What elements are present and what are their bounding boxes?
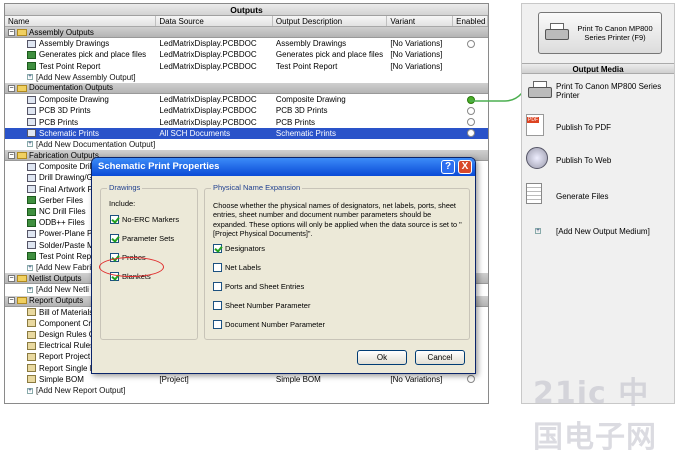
checkbox-box[interactable] bbox=[110, 215, 119, 224]
checkbox-box[interactable] bbox=[213, 301, 222, 310]
output-media-title: Output Media bbox=[522, 63, 674, 74]
checkbox-no-erc-markers[interactable]: No-ERC Markers bbox=[110, 215, 179, 224]
media-item-label: Generate Files bbox=[556, 191, 609, 201]
physical-label: Physical Name Expansion bbox=[211, 183, 303, 192]
checkbox-label: Parameter Sets bbox=[122, 234, 175, 243]
checkbox-box[interactable] bbox=[110, 234, 119, 243]
media-item-label: Publish To PDF bbox=[556, 122, 611, 132]
checkbox-box[interactable] bbox=[213, 263, 222, 272]
media-item-pdf[interactable]: PDF Publish To PDF bbox=[526, 114, 672, 140]
dialog-title-text: Schematic Print Properties bbox=[98, 161, 220, 172]
media-item-printer[interactable]: Print To Canon MP800 Series Printer bbox=[526, 78, 672, 104]
physical-description: Choose whether the physical names of des… bbox=[213, 201, 462, 238]
checkbox-box[interactable] bbox=[213, 282, 222, 291]
media-item-label: Print To Canon MP800 Series Printer bbox=[556, 82, 662, 100]
checkbox-ports-and-sheet-entries[interactable]: Ports and Sheet Entries bbox=[213, 282, 304, 291]
printer-icon bbox=[526, 78, 552, 104]
physical-name-expansion-group: Physical Name Expansion Choose whether t… bbox=[204, 183, 470, 340]
watermark-logo: 21ic 中国电子网 bbox=[533, 376, 657, 455]
checkbox-box[interactable] bbox=[213, 320, 222, 329]
checkbox-net-labels[interactable]: Net Labels bbox=[213, 263, 261, 272]
checkbox-label: Net Labels bbox=[225, 263, 261, 272]
dialog-title: Schematic Print Properties ? X bbox=[92, 158, 475, 176]
include-label: Include: bbox=[109, 199, 136, 208]
checkbox-box[interactable] bbox=[213, 244, 222, 253]
checkbox-label: Designators bbox=[225, 244, 266, 253]
document-icon bbox=[526, 183, 550, 209]
ok-button[interactable]: Ok bbox=[357, 350, 407, 365]
highlight-circle bbox=[99, 257, 164, 277]
checkbox-label: Sheet Number Parameter bbox=[225, 301, 311, 310]
print-button[interactable]: Print To Canon MP800 Series Printer (F9) bbox=[538, 12, 662, 54]
checkbox-sheet-number-parameter[interactable]: Sheet Number Parameter bbox=[213, 301, 310, 310]
media-item-web[interactable]: Publish To Web bbox=[526, 147, 672, 173]
pdf-icon: PDF bbox=[526, 114, 550, 140]
drawings-label: Drawings bbox=[107, 183, 143, 192]
printer-icon bbox=[543, 23, 571, 43]
media-item-add[interactable]: + [Add New Output Medium] bbox=[526, 218, 672, 244]
media-item-generate-files[interactable]: Generate Files bbox=[526, 183, 672, 209]
checkbox-label: Document Number Parameter bbox=[225, 320, 326, 329]
output-media-panel: Print To Canon MP800 Series Printer (F9)… bbox=[521, 3, 675, 404]
media-item-label: [Add New Output Medium] bbox=[556, 226, 650, 236]
checkbox-designators[interactable]: Designators bbox=[213, 244, 265, 253]
cancel-button[interactable]: Cancel bbox=[415, 350, 465, 365]
globe-icon bbox=[526, 147, 550, 173]
checkbox-label: No-ERC Markers bbox=[122, 215, 180, 224]
print-button-label: Print To Canon MP800 Series Printer (F9) bbox=[577, 24, 653, 42]
checkbox-document-number-parameter[interactable]: Document Number Parameter bbox=[213, 320, 325, 329]
close-button[interactable]: X bbox=[458, 160, 472, 174]
checkbox-label: Ports and Sheet Entries bbox=[225, 282, 305, 291]
checkbox-parameter-sets[interactable]: Parameter Sets bbox=[110, 234, 174, 243]
help-button[interactable]: ? bbox=[441, 160, 455, 174]
add-icon: + bbox=[535, 228, 541, 234]
media-item-label: Publish To Web bbox=[556, 155, 612, 165]
